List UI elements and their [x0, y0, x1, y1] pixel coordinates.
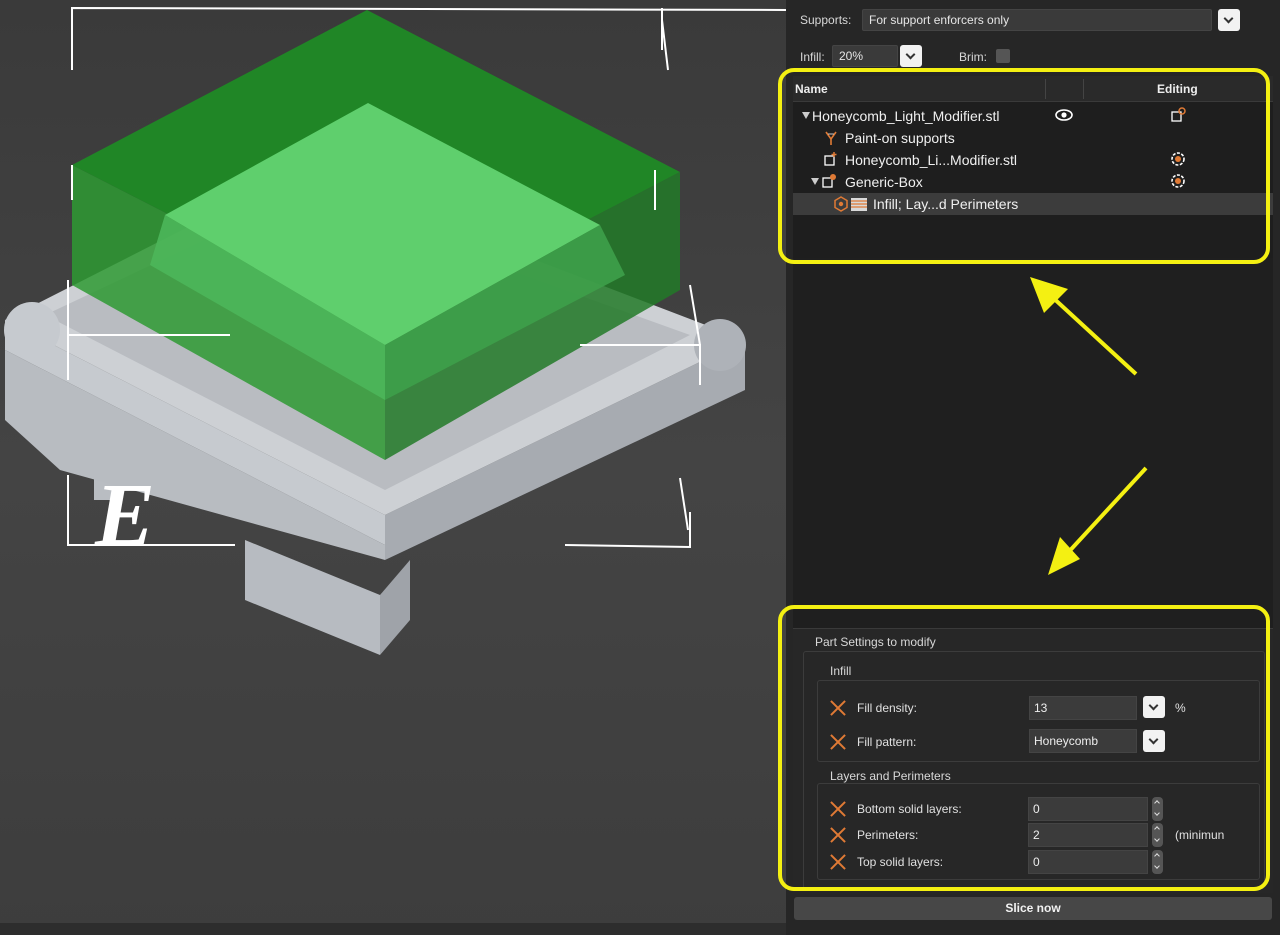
- 3d-viewport[interactable]: E: [0, 0, 786, 935]
- brim-label: Brim:: [959, 50, 987, 64]
- brim-checkbox[interactable]: [996, 49, 1010, 63]
- highlight-object-list: [778, 68, 1270, 264]
- 3d-scene[interactable]: E: [0, 0, 786, 935]
- svg-text:E: E: [94, 466, 155, 565]
- status-strip: [0, 922, 786, 935]
- infill-label: Infill:: [800, 50, 825, 64]
- infill-combo[interactable]: 20%: [832, 45, 898, 67]
- annotation-arrows: [1030, 277, 1148, 575]
- supports-combo[interactable]: For support enforcers only: [862, 9, 1212, 31]
- supports-dropdown-button[interactable]: [1218, 9, 1240, 31]
- supports-label: Supports:: [800, 13, 852, 27]
- arrow-down-icon: [1048, 466, 1148, 575]
- infill-dropdown-button[interactable]: [900, 45, 922, 67]
- arrow-up-icon: [1030, 277, 1138, 376]
- slice-now-button[interactable]: Slice now: [794, 897, 1272, 920]
- highlight-part-settings: [778, 605, 1270, 891]
